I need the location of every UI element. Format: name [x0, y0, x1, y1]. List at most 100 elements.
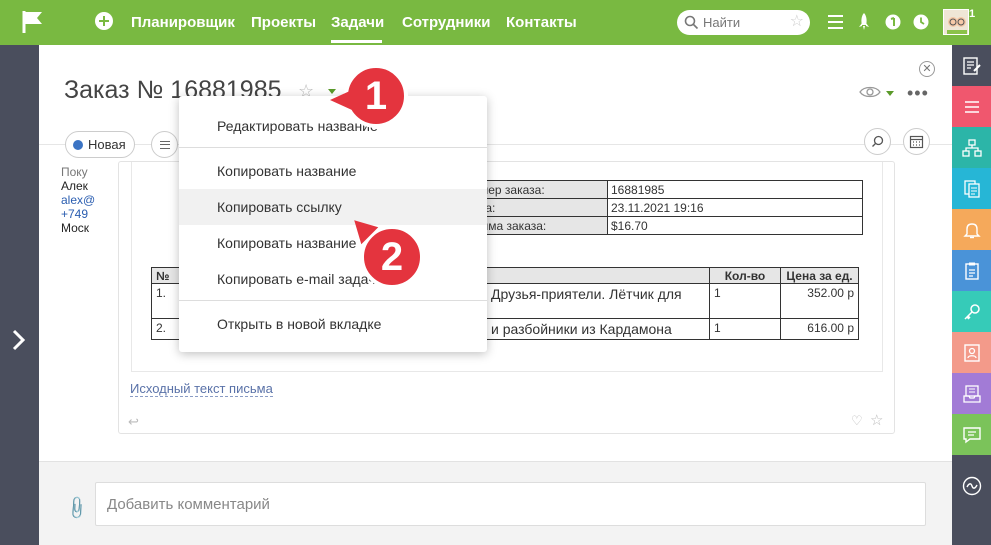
app-logo[interactable]	[0, 0, 67, 45]
right-sidebar	[952, 45, 991, 545]
sidebar-item-access[interactable]	[952, 291, 991, 332]
sidebar-item-checklist[interactable]	[952, 250, 991, 291]
menu-divider	[179, 300, 487, 301]
create-new-button[interactable]	[95, 12, 113, 30]
sidebar-item-structure[interactable]	[952, 127, 991, 168]
clock-icon[interactable]	[912, 12, 930, 32]
menu-hamburger-icon[interactable]	[827, 12, 844, 32]
buyer-city: Моск	[61, 221, 90, 235]
sidebar-item-sync[interactable]	[952, 465, 991, 506]
nav-employees[interactable]: Сотрудники	[402, 14, 490, 31]
left-panel-collapsed[interactable]	[0, 45, 39, 545]
col-header-qty: Кол-во	[709, 267, 781, 284]
description-button[interactable]	[151, 131, 178, 158]
callout-number: 1	[364, 74, 388, 118]
contact-card-icon	[963, 343, 980, 362]
hierarchy-icon	[961, 138, 982, 157]
calendar-icon	[909, 135, 924, 149]
menu-item-copy-title[interactable]: Копировать название	[179, 153, 487, 189]
status-label: Новая	[88, 137, 126, 152]
order-info-value: 23.11.2021 19:16	[607, 198, 863, 217]
rocket-icon[interactable]	[856, 12, 872, 32]
list-icon	[964, 100, 979, 113]
task-panel: Заказ № 16881985 ☆ ✕ ••• Новая Поку Алек…	[39, 45, 952, 545]
watchers-caret-icon[interactable]	[886, 91, 894, 96]
calendar-button[interactable]	[903, 128, 930, 155]
eye-icon[interactable]	[859, 85, 881, 99]
comment-input[interactable]	[95, 482, 926, 526]
order-info-key: та:	[476, 198, 608, 217]
notification-count-badge: 1	[969, 8, 976, 20]
order-info-table: мер заказа: 16881985 та: 23.11.2021 19:1…	[476, 180, 863, 235]
chevron-right-icon[interactable]	[10, 328, 28, 352]
sidebar-item-documents[interactable]	[952, 168, 991, 209]
edit-note-icon	[962, 56, 981, 75]
documents-icon	[963, 179, 980, 198]
table-row: та: 23.11.2021 19:16	[476, 198, 863, 217]
menu-divider	[179, 147, 487, 148]
buyer-phone-link[interactable]: +749	[61, 207, 95, 221]
item-price: 352.00 р	[780, 283, 859, 319]
table-row: мма заказа: $16.70	[476, 216, 863, 235]
nav-active-indicator	[331, 40, 382, 43]
buyer-label: Поку	[61, 165, 88, 179]
table-row: мер заказа: 16881985	[476, 180, 863, 199]
buyer-info: Поку Алек alex@ +749 Моск	[61, 165, 95, 235]
comment-area: 📎	[39, 461, 952, 545]
search-favorites-star-icon[interactable]: ☆	[790, 13, 804, 31]
nav-tasks[interactable]: Задачи	[331, 14, 384, 31]
order-info-value: $16.70	[607, 216, 863, 235]
item-num: 1.	[151, 283, 183, 319]
order-info-value: 16881985	[607, 180, 863, 199]
top-navigation-bar: Планировщик Проекты Задачи Сотрудники Ко…	[0, 0, 991, 45]
menu-item-open-new-tab[interactable]: Открыть в новой вкладке	[179, 306, 487, 342]
search-in-task-button[interactable]	[864, 128, 891, 155]
user-avatar[interactable]	[943, 9, 969, 35]
item-qty: 1	[709, 283, 781, 319]
nav-projects[interactable]: Проекты	[251, 14, 316, 31]
avatar-image-icon	[944, 10, 968, 34]
col-header-price: Цена за ед.	[780, 267, 859, 284]
search-input[interactable]	[703, 13, 783, 32]
search-icon	[871, 135, 883, 147]
sidebar-item-reminders[interactable]	[952, 209, 991, 250]
close-icon[interactable]: ✕	[919, 61, 935, 77]
col-header-num: №	[151, 267, 183, 284]
attachment-clip-icon[interactable]: 📎	[63, 494, 91, 522]
order-info-key: мма заказа:	[476, 216, 608, 235]
clipboard-icon	[964, 262, 979, 280]
sidebar-item-notes[interactable]	[952, 45, 991, 86]
item-qty: 1	[709, 318, 781, 340]
menu-item-edit-title[interactable]: Редактировать название	[179, 108, 487, 144]
menu-item-copy-title-with-link[interactable]: Копировать название	[179, 225, 487, 261]
step-callout-2: 2	[345, 211, 424, 289]
inbox-icon	[962, 384, 981, 403]
sidebar-item-list[interactable]	[952, 86, 991, 127]
bell-icon	[962, 222, 981, 238]
order-info-key: мер заказа:	[476, 180, 608, 199]
search-icon	[684, 15, 699, 30]
chat-icon	[962, 426, 981, 443]
item-num: 2.	[151, 318, 183, 340]
step-callout-1: 1	[330, 64, 408, 128]
title-context-menu: Редактировать название Копировать назван…	[179, 96, 487, 352]
sidebar-item-chat[interactable]	[952, 414, 991, 455]
status-chip[interactable]: Новая	[65, 131, 135, 158]
help-icon[interactable]	[884, 12, 902, 32]
flag-logo-icon	[22, 11, 42, 33]
nav-contacts[interactable]: Контакты	[506, 14, 577, 31]
buyer-name: Алек	[61, 179, 88, 193]
status-dot	[73, 140, 83, 150]
menu-item-copy-email[interactable]: Копировать e-mail задачи	[179, 261, 487, 297]
description-lines-icon	[160, 141, 170, 149]
callout-number: 2	[380, 235, 404, 279]
sidebar-item-inbox[interactable]	[952, 373, 991, 414]
item-price: 616.00 р	[780, 318, 859, 340]
nav-planner[interactable]: Планировщик	[131, 14, 235, 31]
key-icon	[963, 303, 980, 320]
search-box[interactable]: ☆	[677, 10, 810, 35]
more-options-icon[interactable]: •••	[907, 83, 929, 104]
buyer-email-link[interactable]: alex@	[61, 193, 95, 207]
menu-item-copy-link[interactable]: Копировать ссылку	[179, 189, 487, 225]
sidebar-item-contacts[interactable]	[952, 332, 991, 373]
